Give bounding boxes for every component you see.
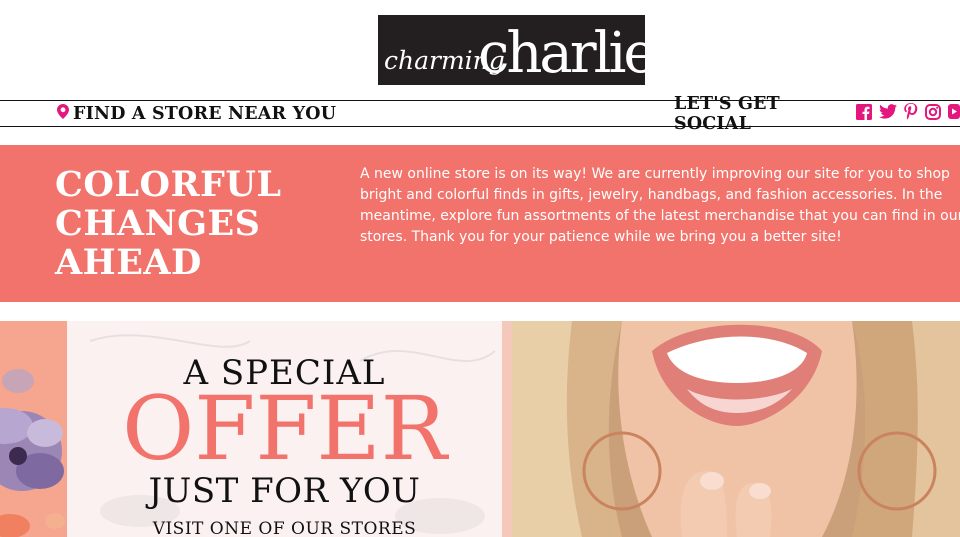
offer-line-just-for-you: JUST FOR YOU [148, 471, 421, 511]
offer-text-block: A SPECIAL OFFER JUST FOR YOU VISIT ONE O… [67, 321, 502, 537]
youtube-icon[interactable] [948, 104, 960, 123]
instagram-icon[interactable] [925, 103, 941, 124]
announcement-banner: COLORFUL CHANGES AHEAD A new online stor… [0, 145, 960, 302]
banner-title-line: CHANGES [55, 203, 261, 244]
banner-title: COLORFUL CHANGES AHEAD [55, 165, 345, 282]
model-photo[interactable] [512, 321, 960, 537]
brand-logo[interactable]: charming charlie [378, 15, 645, 85]
social-links: LET'S GET SOCIAL [674, 94, 960, 134]
offer-line-offer: OFFER [122, 377, 447, 480]
banner-description: A new online store is on its way! We are… [360, 166, 960, 245]
store-social-bar: FIND A STORE NEAR YOU LET'S GET SOCIAL [0, 94, 960, 134]
social-label: LET'S GET SOCIAL [674, 93, 780, 134]
twitter-icon[interactable] [879, 104, 897, 123]
special-offer-promo[interactable]: A SPECIAL OFFER JUST FOR YOU VISIT ONE O… [0, 321, 512, 537]
banner-title-line: AHEAD [55, 242, 202, 283]
logo-text-charlie: charlie [478, 21, 645, 85]
pinterest-icon[interactable] [904, 103, 918, 124]
logo-graphic: charming charlie [378, 15, 645, 85]
find-store-link[interactable]: FIND A STORE NEAR YOU [57, 101, 336, 126]
facebook-icon[interactable] [856, 103, 872, 124]
find-store-label: FIND A STORE NEAR YOU [73, 103, 337, 124]
offer-line-visit-stores: VISIT ONE OF OUR STORES [152, 519, 417, 537]
smiling-model-image [512, 321, 960, 537]
banner-title-line: COLORFUL [55, 164, 282, 205]
map-pin-icon [57, 104, 69, 123]
